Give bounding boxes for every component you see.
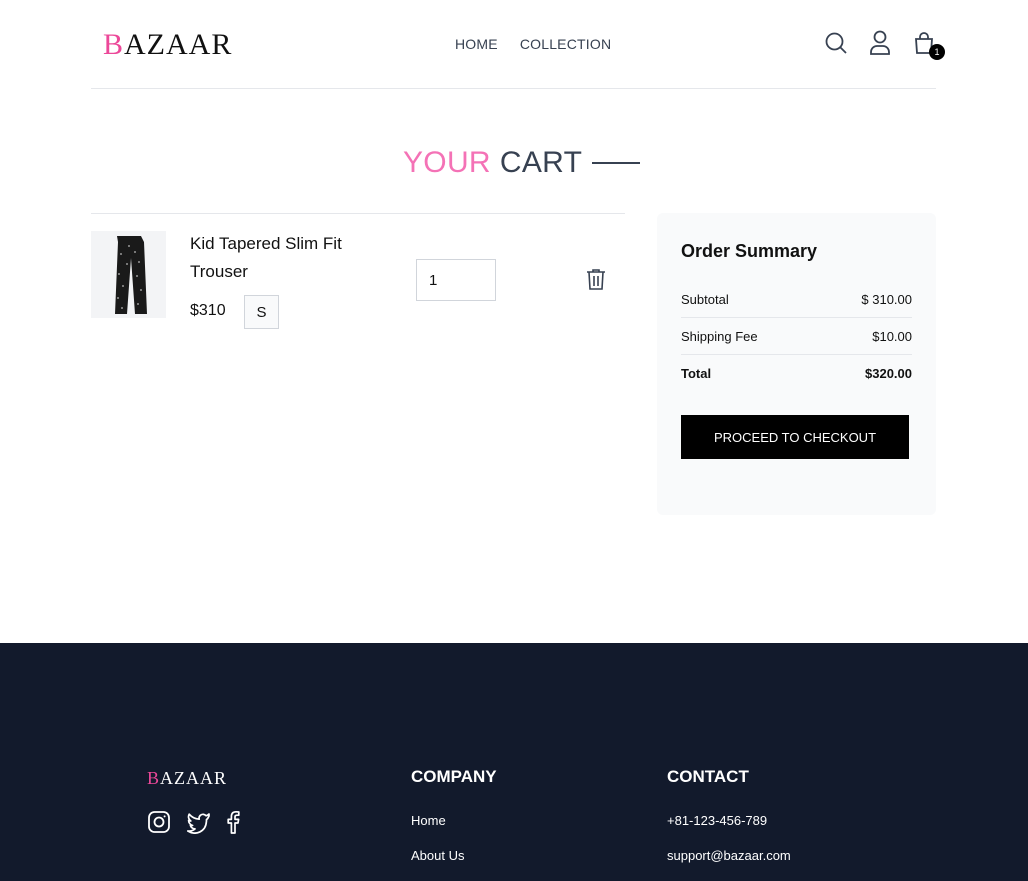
user-icon[interactable] [868,30,892,56]
subtotal-label: Subtotal [681,291,729,307]
search-icon[interactable] [824,30,848,56]
footer-contact-column: CONTACT +81-123-456-789 support@bazaar.c… [667,767,791,863]
footer-contact-title: CONTACT [667,767,749,786]
nav-link-collection[interactable]: COLLECTION [520,36,611,52]
footer-company-title: COMPANY [411,767,497,786]
shipping-value: $10.00 [872,328,912,344]
title-your: YOUR [403,146,491,179]
product-price: $310 [190,302,226,319]
shipping-label: Shipping Fee [681,328,758,344]
footer-email-link[interactable]: support@bazaar.com [667,848,791,863]
cart-items-list: Kid Tapered Slim Fit Trouser $310 S [91,213,625,334]
site-footer: BAZAAR COMPANY Home About Us CONTACT +81… [0,643,1028,881]
brand-logo[interactable]: BAZAAR [103,28,232,62]
page-title: YOUR CART [403,146,641,180]
footer-company-column: COMPANY Home About Us [411,767,497,863]
order-summary-title: Order Summary [681,241,818,261]
footer-phone: +81-123-456-789 [667,813,768,828]
shopping-bag-icon[interactable]: 1 [912,30,945,60]
total-value: $320.00 [865,366,912,381]
header-actions: 1 [824,30,945,60]
footer-logo-letter: B [147,768,161,788]
social-links [147,810,241,834]
footer-link-home[interactable]: Home [411,813,497,828]
nav-link-home[interactable]: HOME [455,36,498,52]
logo-letter: B [103,28,125,61]
logo-text: AZAAR [124,28,233,61]
shipping-row: Shipping Fee $10.00 [681,318,912,355]
footer-link-about-us[interactable]: About Us [411,848,497,863]
trash-icon[interactable] [586,268,606,295]
product-image[interactable] [91,231,166,318]
title-cart: CART [499,146,583,179]
quantity-input[interactable] [416,259,496,301]
proceed-to-checkout-button[interactable]: PROCEED TO CHECKOUT [681,415,909,459]
subtotal-value: $ 310.00 [861,291,912,307]
cart-count-badge: 1 [929,44,945,60]
total-row: Total $320.00 [681,355,912,392]
main-nav: HOME COLLECTION [455,36,611,52]
total-label: Total [681,366,712,381]
product-name[interactable]: Kid Tapered Slim Fit Trouser [190,230,380,286]
twitter-icon[interactable] [185,810,211,834]
summary-rows: Subtotal $ 310.00 Shipping Fee $10.00 To… [681,281,912,392]
product-size-badge: S [244,295,279,329]
footer-logo-text: AZAAR [160,768,228,788]
cart-item: Kid Tapered Slim Fit Trouser $310 S [91,214,625,334]
title-divider [592,162,641,164]
order-summary: Order Summary Subtotal $ 310.00 Shipping… [657,213,936,515]
footer-logo[interactable]: BAZAAR [147,768,227,789]
facebook-icon[interactable] [225,810,241,834]
subtotal-row: Subtotal $ 310.00 [681,281,912,318]
site-header: BAZAAR HOME COLLECTION 1 [91,0,945,89]
instagram-icon[interactable] [147,810,171,834]
